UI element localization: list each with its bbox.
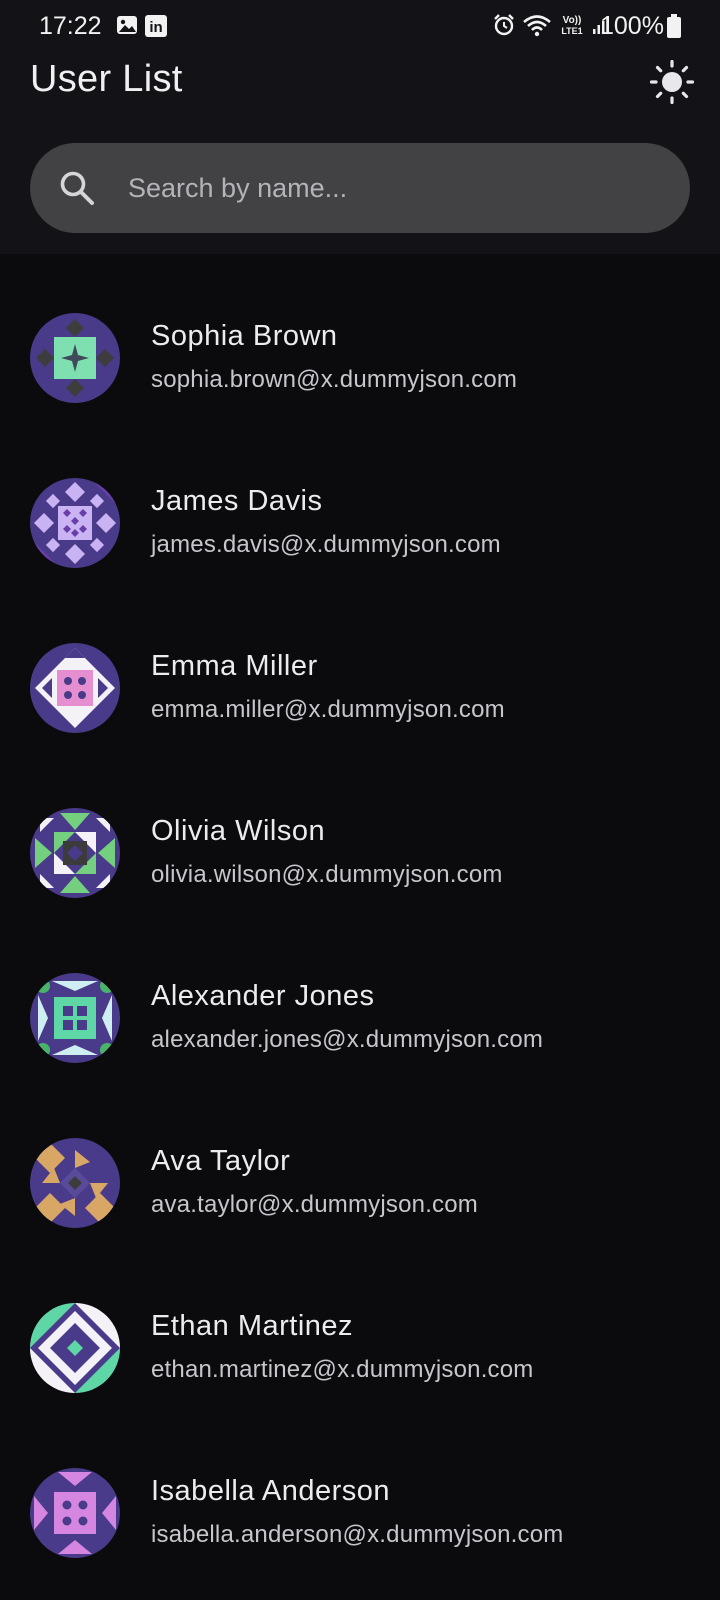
user-email: ava.taylor@x.dummyjson.com — [151, 1191, 478, 1218]
lte-label: LTE1 — [561, 26, 582, 36]
status-bar: 17:22 in Vo)) LTE1 100% — [0, 0, 720, 54]
battery-percentage: 100% — [600, 12, 664, 40]
user-list-item[interactable]: Ava Taylor ava.taylor@x.dummyjson.com — [0, 1079, 720, 1244]
sun-icon[interactable] — [650, 60, 694, 104]
status-notification-icons: in — [116, 14, 168, 38]
avatar — [30, 1303, 120, 1393]
user-email: ethan.martinez@x.dummyjson.com — [151, 1356, 534, 1383]
user-list-item[interactable]: Olivia Wilson olivia.wilson@x.dummyjson.… — [0, 749, 720, 914]
search-icon — [60, 171, 94, 205]
user-list-item[interactable]: Sophia Brown sophia.brown@x.dummyjson.co… — [0, 254, 720, 419]
app-bar: 17:22 in Vo)) LTE1 100% User List Search… — [0, 0, 720, 254]
user-name: Emma Miller — [151, 650, 318, 682]
wifi-icon — [523, 15, 551, 37]
avatar — [30, 313, 120, 403]
avatar — [30, 643, 120, 733]
user-list-item[interactable]: Ethan Martinez ethan.martinez@x.dummyjso… — [0, 1244, 720, 1409]
alarm-icon — [494, 14, 514, 36]
user-name: Alexander Jones — [151, 980, 375, 1012]
user-email: alexander.jones@x.dummyjson.com — [151, 1026, 544, 1053]
user-email: emma.miller@x.dummyjson.com — [151, 696, 505, 723]
gallery-icon — [117, 16, 137, 34]
user-name: Isabella Anderson — [151, 1475, 391, 1507]
volte-label: Vo)) — [563, 15, 582, 26]
user-list-item[interactable]: James Davis james.davis@x.dummyjson.com — [0, 419, 720, 584]
user-name: Ava Taylor — [151, 1145, 291, 1177]
search-input[interactable] — [126, 143, 658, 233]
avatar — [30, 1468, 120, 1558]
user-name: Sophia Brown — [151, 320, 338, 352]
linkedin-icon: in — [145, 15, 167, 37]
user-list-item[interactable]: Isabella Anderson isabella.anderson@x.du… — [0, 1409, 720, 1574]
user-list-item[interactable]: Alexander Jones alexander.jones@x.dummyj… — [0, 914, 720, 1079]
volte-icon: Vo)) LTE1 — [561, 15, 582, 36]
avatar — [30, 478, 120, 568]
battery-icon — [667, 14, 681, 38]
user-email: james.davis@x.dummyjson.com — [151, 531, 501, 558]
search-bar[interactable] — [30, 143, 690, 233]
status-time: 17:22 — [39, 12, 102, 40]
user-email: sophia.brown@x.dummyjson.com — [151, 366, 518, 393]
user-list: Sophia Brown sophia.brown@x.dummyjson.co… — [0, 254, 720, 1574]
user-email: isabella.anderson@x.dummyjson.com — [151, 1521, 564, 1548]
avatar — [30, 973, 120, 1063]
avatar — [30, 808, 120, 898]
user-list-item[interactable]: Emma Miller emma.miller@x.dummyjson.com — [0, 584, 720, 749]
avatar — [30, 1138, 120, 1228]
user-name: Olivia Wilson — [151, 815, 326, 847]
user-name: Ethan Martinez — [151, 1310, 354, 1342]
user-name: James Davis — [151, 485, 323, 517]
status-system-icons: Vo)) LTE1 — [492, 13, 610, 37]
linkedin-logo-text: in — [149, 19, 162, 36]
user-email: olivia.wilson@x.dummyjson.com — [151, 861, 503, 888]
page-title: User List — [30, 58, 183, 100]
